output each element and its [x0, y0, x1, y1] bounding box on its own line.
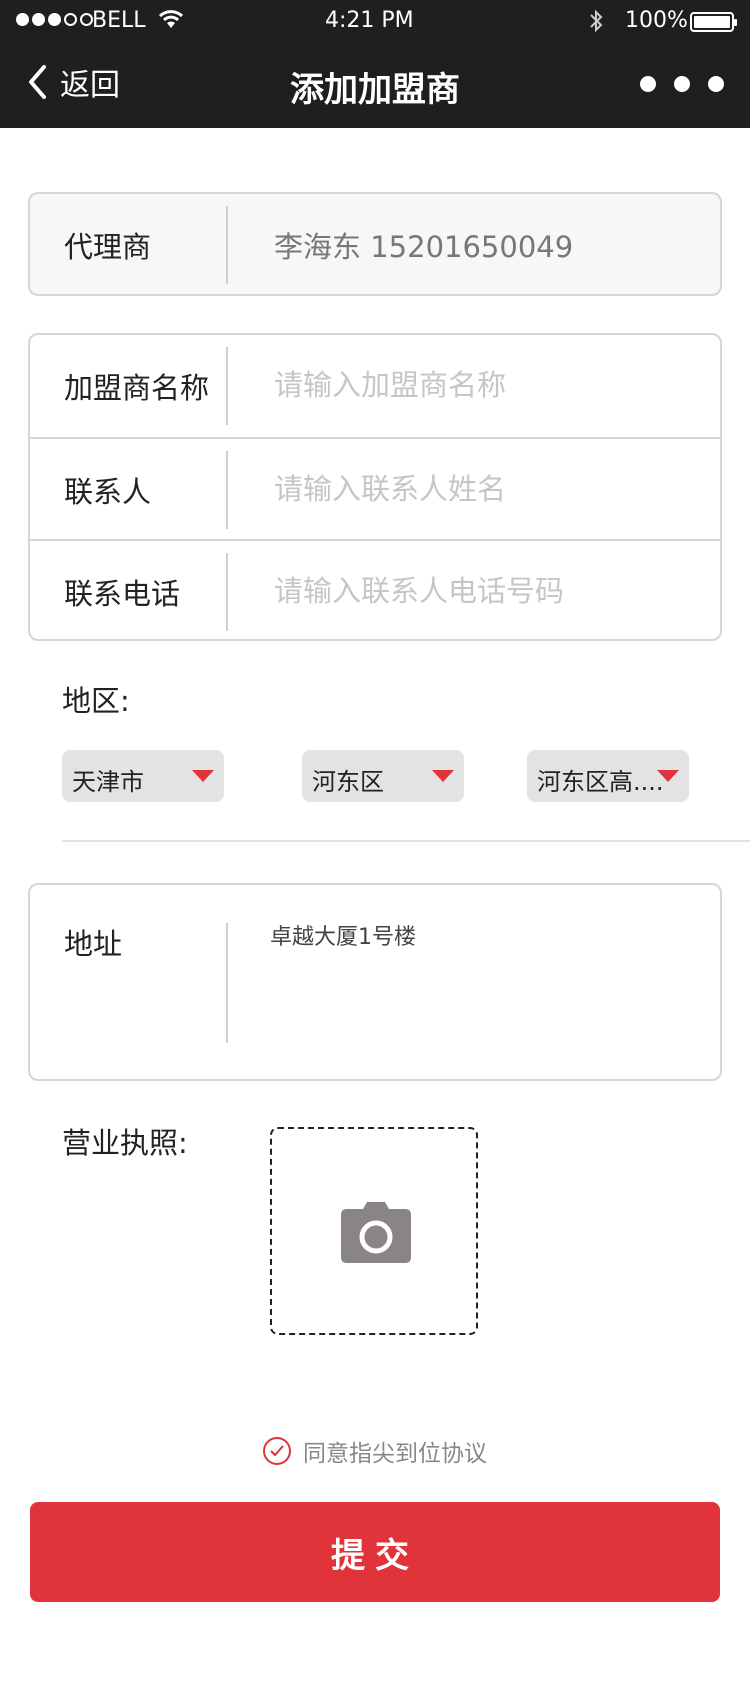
- business-license-label: 营业执照:: [62, 1126, 188, 1160]
- agreement-checkbox[interactable]: [263, 1437, 291, 1465]
- battery-icon: [690, 12, 737, 32]
- chevron-left-icon: [29, 65, 46, 99]
- more-options-button[interactable]: [640, 76, 724, 92]
- field-divider: [226, 553, 228, 631]
- more-dots-icon: [640, 76, 656, 92]
- back-label: 返回: [60, 68, 120, 103]
- agent-label: 代理商: [64, 230, 152, 264]
- status-time: 4:21 PM: [325, 8, 414, 33]
- submit-button[interactable]: 提交: [30, 1502, 720, 1602]
- camera-icon: [341, 1202, 411, 1263]
- franchise-info-group: 加盟商名称 联系人 联系电话: [28, 333, 722, 641]
- district-value: 河东区: [312, 768, 384, 796]
- bluetooth-icon: [588, 8, 604, 40]
- address-field: 地址 卓越大厦1号楼: [28, 883, 722, 1081]
- dropdown-arrow-icon: [192, 770, 214, 782]
- section-divider: [62, 840, 750, 842]
- contact-label: 联系人: [64, 475, 152, 509]
- agent-value: 李海东 15201650049: [274, 230, 574, 264]
- field-divider: [226, 206, 228, 284]
- area-select[interactable]: 河东区高....: [527, 750, 689, 802]
- wifi-icon: [158, 8, 184, 36]
- agreement-text[interactable]: 同意指尖到位协议: [303, 1434, 487, 1468]
- dropdown-arrow-icon: [657, 770, 679, 782]
- agent-field: 代理商 李海东 15201650049: [28, 192, 722, 296]
- franchise-name-label: 加盟商名称: [64, 371, 210, 405]
- address-label: 地址: [64, 927, 123, 961]
- carrier-name: BELL: [92, 8, 146, 33]
- check-icon: [270, 1445, 284, 1457]
- franchise-name-input[interactable]: [274, 355, 694, 415]
- back-button[interactable]: 返回: [26, 60, 120, 104]
- phone-label: 联系电话: [64, 577, 181, 611]
- dropdown-arrow-icon: [432, 770, 454, 782]
- battery-percentage: 100%: [625, 8, 688, 33]
- agreement-row: 同意指尖到位协议: [0, 1434, 750, 1468]
- navigation-bar: 返回 添加加盟商: [0, 44, 750, 128]
- top-bar: BELL 4:21 PM 100% 返回 添加加盟商: [0, 0, 750, 128]
- address-input[interactable]: 卓越大厦1号楼: [270, 919, 700, 1049]
- district-select[interactable]: 河东区: [302, 750, 464, 802]
- field-divider: [226, 451, 228, 529]
- field-divider: [226, 347, 228, 425]
- field-divider: [226, 923, 228, 1043]
- city-value: 天津市: [72, 768, 144, 796]
- business-license-upload[interactable]: [270, 1127, 478, 1335]
- area-value: 河东区高....: [537, 768, 664, 796]
- city-select[interactable]: 天津市: [62, 750, 224, 802]
- region-label: 地区:: [62, 684, 130, 718]
- phone-input[interactable]: [274, 561, 694, 621]
- signal-strength-icon: [16, 13, 93, 26]
- status-bar: BELL 4:21 PM 100%: [0, 0, 750, 44]
- contact-name-input[interactable]: [274, 459, 694, 519]
